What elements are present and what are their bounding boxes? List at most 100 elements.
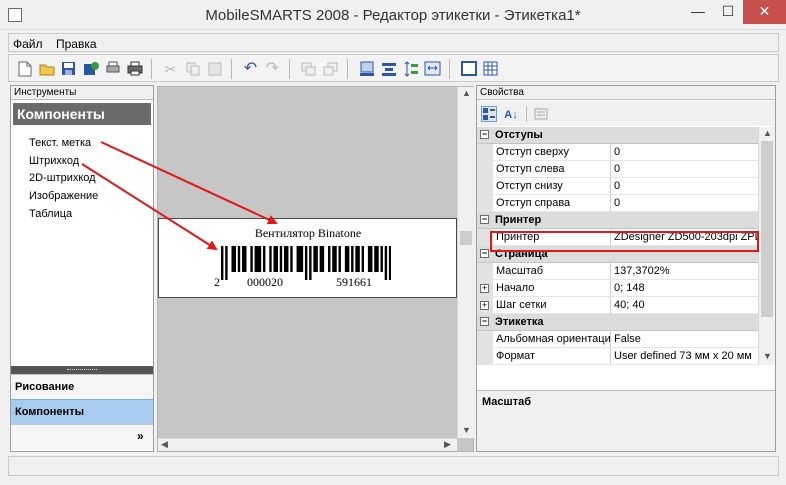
property-name: Отступ справа [496, 197, 571, 209]
barcode-bar [321, 246, 325, 272]
row-gutter [477, 161, 493, 178]
sort-alpha-icon[interactable]: A↓ [503, 106, 519, 122]
maximize-button[interactable]: ☐ [713, 0, 743, 24]
collapse-icon[interactable]: − [480, 215, 489, 224]
tool-barcode[interactable]: Штрихкод [29, 155, 79, 167]
property-value[interactable]: 0 [614, 197, 620, 209]
tool-text-label[interactable]: Текст. метка [29, 137, 91, 149]
status-bar [8, 456, 779, 476]
toolbar-separator [151, 59, 152, 79]
property-value[interactable]: 0 [614, 163, 620, 175]
barcode-bar [290, 246, 293, 272]
property-row[interactable]: Формат User defined 73 мм x 20 мм [477, 348, 775, 365]
property-row[interactable]: Альбомная ориентация False [477, 331, 775, 348]
section-components-button[interactable]: Компоненты [11, 399, 153, 424]
property-row[interactable]: + Шаг сетки 40; 40 [477, 297, 775, 314]
align-icon[interactable] [379, 59, 398, 78]
save-icon[interactable] [59, 59, 78, 78]
property-value[interactable]: User defined 73 мм x 20 мм [614, 350, 752, 362]
scroll-down-icon[interactable]: ▼ [462, 425, 471, 435]
property-value[interactable]: 0; 148 [614, 282, 645, 294]
more-chevron-icon[interactable]: » [137, 424, 144, 449]
scroll-down-icon[interactable]: ▼ [763, 351, 772, 361]
category-row-label[interactable]: − Этикетка [477, 314, 775, 331]
expand-icon[interactable]: + [480, 284, 489, 293]
barcode-bar [332, 246, 335, 272]
categorized-icon[interactable] [481, 106, 497, 122]
redo-icon[interactable]: ↷ [263, 59, 282, 78]
property-value[interactable]: 137,3702% [614, 265, 670, 277]
property-pages-icon[interactable] [533, 106, 549, 122]
property-row[interactable]: Отступ справа 0 [477, 195, 775, 212]
properties-scrollbar[interactable]: ▲ ▼ [758, 127, 775, 365]
new-icon[interactable] [15, 59, 34, 78]
size-icon[interactable] [423, 59, 442, 78]
splitter-grip-icon [67, 369, 97, 370]
tools-panel-header: Инструменты [11, 86, 153, 100]
label-preview[interactable]: Вентилятор Binatone 2 000020 591661 [158, 218, 457, 298]
save-as-icon[interactable] [81, 59, 100, 78]
open-icon[interactable] [37, 59, 56, 78]
minimize-button[interactable]: — [683, 0, 713, 24]
column-divider [610, 297, 611, 314]
menu-edit[interactable]: Правка [56, 37, 97, 51]
property-value[interactable]: 0 [614, 180, 620, 192]
property-row[interactable]: Отступ сверху 0 [477, 144, 775, 161]
collapse-icon[interactable]: − [480, 317, 489, 326]
tool-2d-barcode[interactable]: 2D-штрихкод [29, 172, 96, 184]
grid-icon[interactable] [481, 59, 500, 78]
scroll-up-icon[interactable]: ▲ [462, 88, 471, 98]
barcode-bar [346, 246, 350, 272]
scroll-thumb[interactable] [460, 231, 472, 245]
paste-icon[interactable] [205, 59, 224, 78]
cut-icon[interactable]: ✂ [161, 59, 180, 78]
barcode-bar [279, 246, 283, 272]
panel-splitter[interactable] [11, 366, 153, 374]
property-value[interactable]: False [614, 333, 641, 345]
scroll-right-icon[interactable]: ▶ [444, 439, 451, 450]
row-gutter [477, 263, 493, 280]
barcode-bar [313, 246, 316, 272]
barcode-digit-group1: 000020 [247, 275, 283, 289]
property-row[interactable]: + Начало 0; 148 [477, 280, 775, 297]
scroll-thumb[interactable] [761, 141, 773, 317]
tool-table[interactable]: Таблица [29, 208, 72, 220]
column-divider [610, 331, 611, 348]
print-icon[interactable] [125, 59, 144, 78]
design-canvas[interactable]: Вентилятор Binatone 2 000020 591661 ▲ ▼ … [157, 86, 474, 452]
bring-front-icon[interactable] [299, 59, 318, 78]
property-value[interactable]: 0 [614, 146, 620, 158]
column-divider [610, 348, 611, 365]
label-text-caption[interactable]: Вентилятор Binatone [159, 226, 457, 241]
barcode-bar [275, 246, 278, 272]
property-row[interactable]: Отступ снизу 0 [477, 178, 775, 195]
window-icon[interactable] [459, 59, 478, 78]
canvas-horizontal-scrollbar[interactable]: ◀ ▶ [158, 438, 457, 451]
canvas-vertical-scrollbar[interactable]: ▲ ▼ [457, 87, 474, 438]
scroll-up-icon[interactable]: ▲ [763, 128, 772, 138]
menu-file[interactable]: Файл [13, 37, 43, 51]
category-row-printer[interactable]: − Принтер [477, 212, 775, 229]
barcode-bar [254, 246, 257, 272]
undo-icon[interactable]: ↶ [241, 59, 260, 78]
label-icon[interactable] [357, 59, 376, 78]
column-divider [610, 280, 611, 297]
spacing-icon[interactable] [401, 59, 420, 78]
expand-icon[interactable]: + [480, 301, 489, 310]
properties-panel: Свойства A↓ − Отступы Отступ сверху 0 От… [476, 85, 776, 452]
scroll-left-icon[interactable]: ◀ [161, 439, 168, 450]
close-button[interactable]: ✕ [743, 0, 786, 24]
collapse-icon[interactable]: − [480, 249, 489, 258]
print-preview-icon[interactable] [103, 59, 122, 78]
property-row[interactable]: Отступ слева 0 [477, 161, 775, 178]
category-row-margins[interactable]: − Отступы [477, 127, 775, 144]
tool-image[interactable]: Изображение [29, 190, 98, 202]
property-row[interactable]: Масштаб 137,3702% [477, 263, 775, 280]
copy-icon[interactable] [183, 59, 202, 78]
property-value[interactable]: 40; 40 [614, 299, 645, 311]
send-back-icon[interactable] [321, 59, 340, 78]
barcode-bar [269, 246, 272, 272]
section-drawing-button[interactable]: Рисование [11, 374, 153, 399]
row-gutter [477, 178, 493, 195]
collapse-icon[interactable]: − [480, 130, 489, 139]
